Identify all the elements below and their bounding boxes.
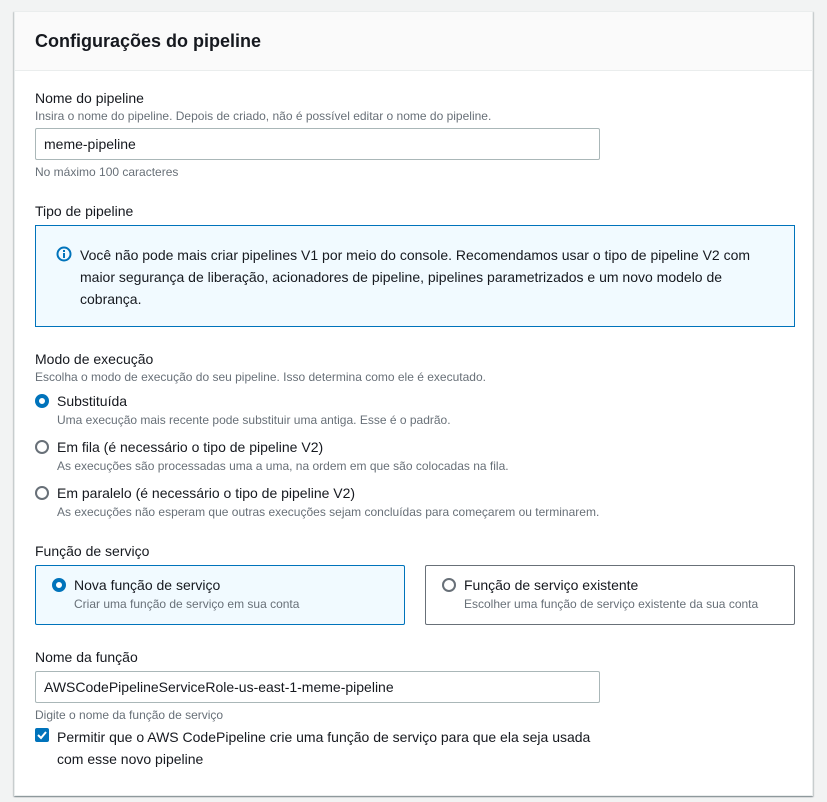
- permission-checkbox-label[interactable]: Permitir que o AWS CodePipeline crie uma…: [57, 726, 590, 770]
- checkmark-icon: [37, 731, 47, 740]
- radio-parallel-label[interactable]: Em paralelo (é necessário o tipo de pipe…: [57, 485, 355, 501]
- info-icon: [56, 246, 72, 262]
- execution-mode-description: Escolha o modo de execução do seu pipeli…: [35, 370, 486, 384]
- permission-label-line1: Permitir que o AWS CodePipeline crie uma…: [57, 729, 591, 745]
- tile-new-service-role-label[interactable]: Nova função de serviço: [74, 577, 220, 593]
- tile-new-service-role-description: Criar uma função de serviço em sua conta: [74, 597, 300, 611]
- role-name-label: Nome da função: [35, 649, 138, 665]
- radio-queued-label[interactable]: Em fila (é necessário o tipo de pipeline…: [57, 439, 323, 455]
- tile-new-service-role[interactable]: Nova função de serviço Criar uma função …: [35, 565, 405, 625]
- pipeline-name-label: Nome do pipeline: [35, 90, 144, 106]
- tile-existing-service-role-label[interactable]: Função de serviço existente: [464, 577, 638, 593]
- info-alert-text: Você não pode mais criar pipelines V1 po…: [80, 247, 751, 307]
- pipeline-type-label: Tipo de pipeline: [35, 203, 134, 219]
- service-role-label: Função de serviço: [35, 543, 150, 559]
- radio-superseded-label[interactable]: Substituída: [57, 393, 127, 409]
- pipeline-name-input[interactable]: meme-pipeline: [35, 128, 600, 160]
- radio-queued-description: As execuções são processadas uma a uma, …: [57, 459, 509, 473]
- pipeline-settings-panel: Configurações do pipeline Nome do pipeli…: [14, 11, 813, 796]
- tile-existing-service-role[interactable]: Função de serviço existente Escolher uma…: [425, 565, 795, 625]
- tile-new-service-role-radio[interactable]: [52, 578, 66, 592]
- radio-parallel-description: As execuções não esperam que outras exec…: [57, 505, 600, 519]
- permission-label-line2: com esse novo pipeline: [57, 751, 204, 767]
- radio-queued[interactable]: [35, 440, 49, 454]
- panel-header: Configurações do pipeline: [15, 12, 812, 71]
- pipeline-name-description: Insira o nome do pipeline. Depois de cri…: [35, 109, 492, 123]
- pipeline-type-info-alert: Você não pode mais criar pipelines V1 po…: [35, 225, 795, 327]
- radio-parallel[interactable]: [35, 486, 49, 500]
- tile-existing-service-role-radio[interactable]: [442, 578, 456, 592]
- radio-superseded[interactable]: [35, 394, 49, 408]
- execution-mode-label: Modo de execução: [35, 351, 154, 367]
- permission-checkbox[interactable]: [35, 728, 49, 742]
- role-name-hint: Digite o nome da função de serviço: [35, 708, 224, 722]
- tile-existing-service-role-description: Escolher uma função de serviço existente…: [464, 597, 759, 611]
- pipeline-name-constraint: No máximo 100 caracteres: [35, 165, 179, 179]
- role-name-input[interactable]: AWSCodePipelineServiceRole-us-east-1-mem…: [35, 671, 600, 703]
- panel-title: Configurações do pipeline: [35, 31, 262, 51]
- radio-superseded-description: Uma execução mais recente pode substitui…: [57, 413, 451, 427]
